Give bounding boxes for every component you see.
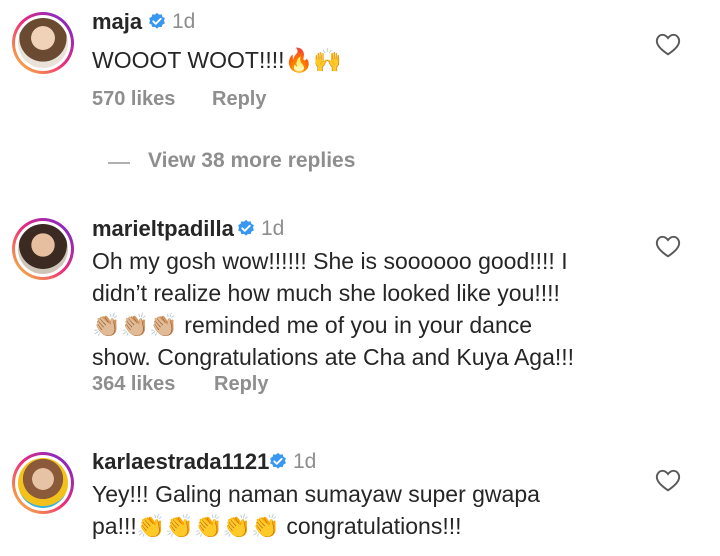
divider-line	[108, 162, 130, 164]
comment-line: WOOOT WOOT!!!!🔥🙌	[92, 47, 342, 73]
likes-count[interactable]: 570 likes	[92, 88, 175, 111]
verified-badge-icon	[149, 12, 165, 29]
reply-button[interactable]: Reply	[212, 88, 266, 111]
comment-line: didn’t realize how much she looked like …	[92, 280, 560, 306]
comment-karlaestrada1121: karlaestrada1121 1d Yey!!! Galing naman …	[0, 440, 720, 556]
comment-line: pa!!!👏👏👏👏👏 congratulations!!!	[92, 513, 462, 539]
avatar[interactable]	[12, 12, 74, 74]
comment-line: Oh my gosh wow!!!!!! She is soooooo good…	[92, 248, 568, 274]
heart-icon[interactable]	[655, 32, 681, 56]
comment-text: WOOOT WOOT!!!!🔥🙌	[92, 44, 342, 76]
heart-icon[interactable]	[655, 468, 681, 492]
comment-line: show. Congratulations ate Cha and Kuya A…	[92, 344, 575, 370]
avatar[interactable]	[12, 218, 74, 280]
verified-badge-icon	[270, 452, 286, 469]
reply-button[interactable]: Reply	[214, 373, 268, 396]
comment-username[interactable]: maja	[92, 9, 142, 35]
comment-time: 1d	[172, 10, 196, 33]
avatar[interactable]	[12, 452, 74, 514]
verified-badge-icon	[238, 219, 254, 236]
comment-line: 👏🏼👏🏼👏🏼 reminded me of you in your dance	[92, 312, 533, 338]
comment-maja: maja 1d WOOOT WOOT!!!!🔥🙌 570 likes Reply	[0, 0, 720, 130]
comment-text: Oh my gosh wow!!!!!! She is soooooo good…	[92, 245, 574, 373]
view-more-label[interactable]: View 38 more replies	[148, 149, 355, 173]
heart-icon[interactable]	[655, 234, 681, 258]
comment-text: Yey!!! Galing naman sumayaw super gwapa …	[92, 478, 540, 542]
comment-marieltpadilla: marieltpadilla 1d Oh my gosh wow!!!!!! S…	[0, 205, 720, 415]
comment-time: 1d	[261, 217, 285, 240]
comment-line: Yey!!! Galing naman sumayaw super gwapa	[92, 481, 540, 507]
comment-username[interactable]: karlaestrada1121	[92, 449, 269, 475]
likes-count[interactable]: 364 likes	[92, 373, 175, 396]
comment-time: 1d	[293, 450, 317, 473]
comment-username[interactable]: marieltpadilla	[92, 216, 234, 242]
